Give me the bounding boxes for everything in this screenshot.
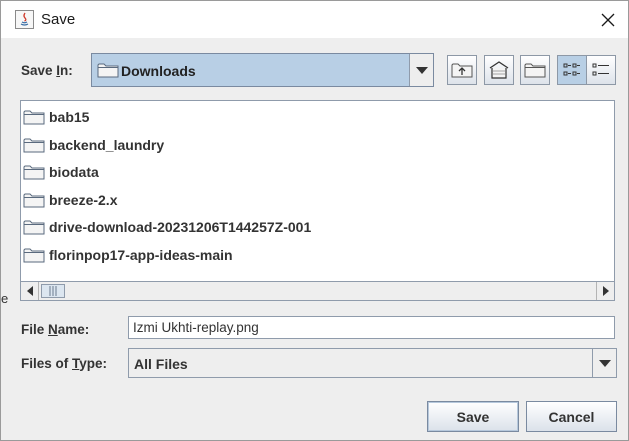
java-icon (15, 10, 34, 29)
file-name: breeze-2.x (49, 192, 118, 208)
file-name: bab15 (49, 109, 90, 125)
chevron-down-icon (598, 359, 611, 367)
list-view-button[interactable] (557, 55, 587, 85)
folder-icon (23, 165, 45, 180)
file-name: florinpop17-app-ideas-main (49, 247, 233, 263)
folder-icon (97, 62, 119, 81)
list-view-icon (563, 63, 580, 76)
chevron-down-icon (415, 66, 428, 74)
file-list-item[interactable]: bab15 (23, 106, 89, 128)
file-name-label: File Name: (21, 322, 90, 337)
up-folder-icon (451, 63, 473, 78)
new-folder-icon (524, 63, 546, 78)
grip-icon (49, 286, 57, 296)
file-list-item[interactable]: breeze-2.x (23, 189, 117, 211)
save-button[interactable]: Save (427, 401, 519, 432)
folder-icon (23, 138, 45, 153)
folder-icon (23, 248, 45, 263)
cancel-button[interactable]: Cancel (526, 401, 617, 432)
file-list-item[interactable]: drive-download-20231206T144257Z-001 (23, 216, 311, 238)
scroll-right-button[interactable] (596, 282, 614, 300)
new-folder-button[interactable] (520, 55, 550, 85)
details-view-icon (592, 63, 609, 76)
home-button[interactable] (484, 55, 514, 85)
background-text: e (1, 291, 9, 306)
files-of-type-dropdown-arrow[interactable] (592, 349, 616, 377)
files-of-type-value: All Files (134, 356, 188, 372)
up-one-level-button[interactable] (447, 55, 477, 85)
save-in-dropdown-arrow[interactable] (409, 54, 433, 86)
files-of-type-combo[interactable]: All Files (128, 348, 617, 378)
close-icon (601, 13, 615, 27)
file-name: drive-download-20231206T144257Z-001 (49, 219, 312, 235)
file-name: biodata (49, 164, 99, 180)
files-of-type-label: Files of Type: (21, 356, 108, 371)
folder-icon (23, 220, 45, 235)
save-in-label: Save In: (21, 63, 73, 78)
close-button[interactable] (592, 5, 624, 35)
title-bar[interactable]: Save (1, 1, 628, 38)
chevron-left-icon (26, 286, 33, 296)
horizontal-scrollbar[interactable] (21, 281, 614, 300)
save-in-combo[interactable]: Downloads (91, 53, 434, 87)
file-list-item[interactable]: backend_laundry (23, 134, 164, 156)
file-name-input[interactable] (128, 316, 615, 339)
window-title: Save (41, 11, 76, 28)
chevron-right-icon (602, 286, 609, 296)
folder-icon (23, 193, 45, 208)
file-name: backend_laundry (49, 137, 165, 153)
file-list-item[interactable]: biodata (23, 161, 99, 183)
save-in-value: Downloads (121, 63, 196, 79)
scrollbar-thumb[interactable] (41, 284, 65, 298)
home-icon (489, 61, 509, 79)
file-list[interactable]: bab15 backend_laundrybiodata breeze-2.x dri… (20, 100, 615, 301)
file-list-item[interactable]: florinpop17-app-ideas-main (23, 244, 233, 266)
scroll-left-button[interactable] (21, 282, 39, 300)
save-dialog: Save Save In: Downloads bab15 backend_la… (0, 0, 629, 441)
folder-icon (23, 110, 45, 125)
details-view-button[interactable] (586, 55, 616, 85)
